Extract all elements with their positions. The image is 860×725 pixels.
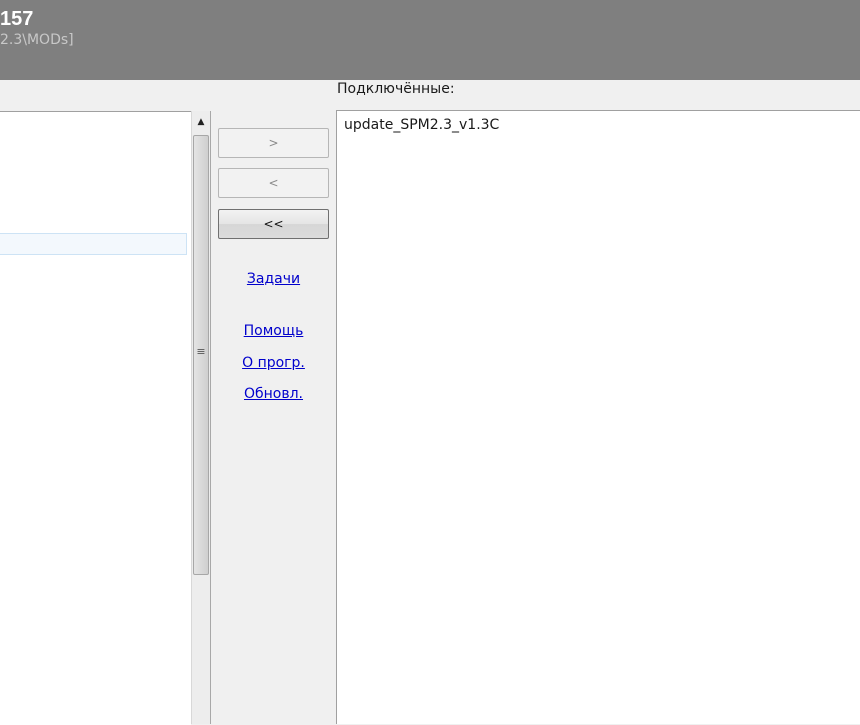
window-path: 2.3\MODs] xyxy=(0,32,74,48)
help-link[interactable]: Помощь xyxy=(218,323,329,339)
available-mods-list[interactable] xyxy=(0,111,191,725)
scroll-thumb[interactable]: ≡ xyxy=(193,135,209,575)
connected-mods-list[interactable]: update_SPM2.3_v1.3C xyxy=(337,110,860,724)
window-title: 157 xyxy=(0,8,34,30)
update-link[interactable]: Обновл. xyxy=(218,386,329,402)
tasks-link[interactable]: Задачи xyxy=(218,271,329,287)
list-item[interactable]: update_SPM2.3_v1.3C xyxy=(344,117,499,133)
remove-button[interactable]: < xyxy=(218,168,329,198)
remove-all-button[interactable]: << xyxy=(218,209,329,239)
divider xyxy=(336,110,337,724)
list-item-selected[interactable] xyxy=(0,233,187,255)
add-button[interactable]: > xyxy=(218,128,329,158)
window-title-bar: 157 2.3\MODs] xyxy=(0,0,860,80)
connected-label: Подключённые: xyxy=(337,81,455,97)
about-link[interactable]: О прогр. xyxy=(218,355,329,371)
scroll-up-arrow-icon[interactable]: ▲ xyxy=(192,111,210,133)
vertical-scrollbar[interactable]: ▲ ≡ xyxy=(191,111,211,724)
grip-icon: ≡ xyxy=(196,345,206,358)
